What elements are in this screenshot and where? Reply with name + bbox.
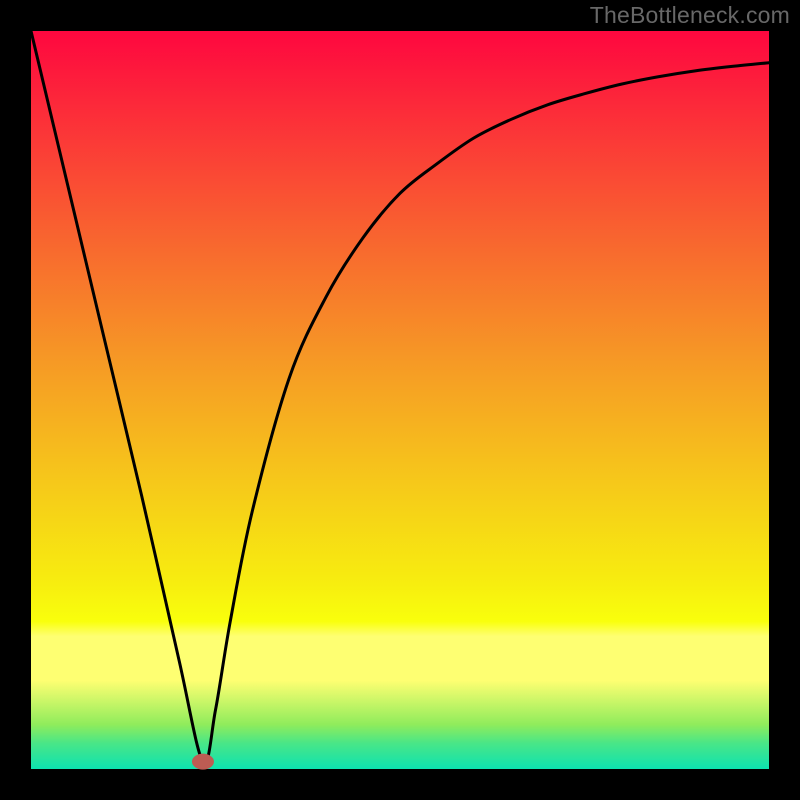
chart-frame: TheBottleneck.com	[0, 0, 800, 800]
plot-background	[31, 31, 769, 769]
watermark-text: TheBottleneck.com	[590, 2, 790, 29]
bottleneck-chart	[0, 0, 800, 800]
optimal-point-marker	[192, 754, 214, 770]
